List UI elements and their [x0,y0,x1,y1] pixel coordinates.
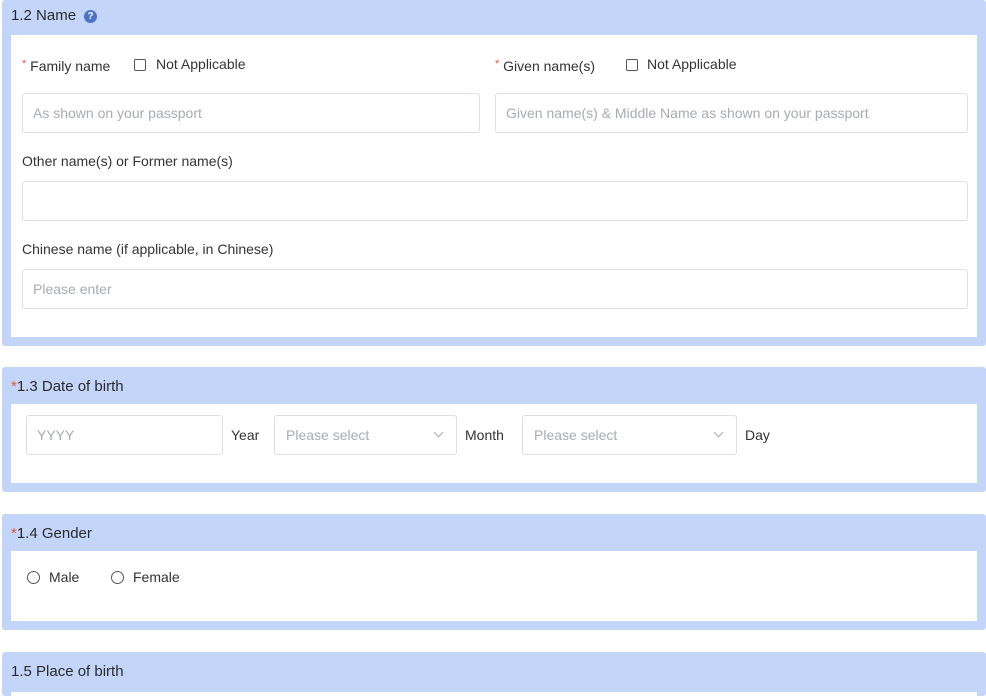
section-gender: *1.4 Gender Male Female [2,514,986,630]
section-name: 1.2 Name? * Family name Not Applicable *… [2,0,986,346]
gender-female-radio[interactable] [111,571,124,584]
chevron-down-icon [713,427,724,438]
year-label: Year [231,427,260,443]
section-title: *1.4 Gender [11,525,92,542]
other-names-label: Other name(s) or Former name(s) [22,153,233,169]
given-name-na-checkbox[interactable] [626,59,638,71]
gender-female-label[interactable]: Female [133,569,180,585]
family-name-na-label: Not Applicable [156,56,246,72]
family-name-label: * Family name [22,58,111,74]
given-name-label: * Given name(s) [495,58,595,74]
section-title: 1.2 Name? [11,7,98,24]
section-title: *1.3 Date of birth [11,378,124,395]
section-body: Year Please select Month Please select D… [11,404,977,483]
gender-male-radio[interactable] [27,571,40,584]
chinese-name-label: Chinese name (if applicable, in Chinese) [22,241,274,257]
birth-day-select[interactable]: Please select [522,415,737,455]
section-body [11,692,977,696]
help-icon[interactable]: ? [84,9,98,23]
family-name-input[interactable] [22,93,480,133]
chevron-down-icon [433,427,444,438]
day-label: Day [745,427,770,443]
birth-month-select[interactable]: Please select [274,415,457,455]
required-marker: * [22,58,27,70]
family-name-na-checkbox[interactable] [134,59,146,71]
given-name-input[interactable] [495,93,968,133]
select-placeholder: Please select [534,427,618,443]
section-body: Male Female [11,551,977,621]
section-title: 1.5 Place of birth [11,663,124,680]
chinese-name-input[interactable] [22,269,968,309]
month-label: Month [465,427,504,443]
section-place-of-birth: 1.5 Place of birth [2,652,986,696]
other-names-input[interactable] [22,181,968,221]
birth-year-input[interactable] [26,415,223,455]
given-name-na-label: Not Applicable [647,56,737,72]
gender-male-label[interactable]: Male [49,569,79,585]
required-marker: * [495,58,500,70]
section-body: * Family name Not Applicable * Given nam… [11,35,977,337]
section-date-of-birth: *1.3 Date of birth Year Please select Mo… [2,367,986,492]
select-placeholder: Please select [286,427,370,443]
